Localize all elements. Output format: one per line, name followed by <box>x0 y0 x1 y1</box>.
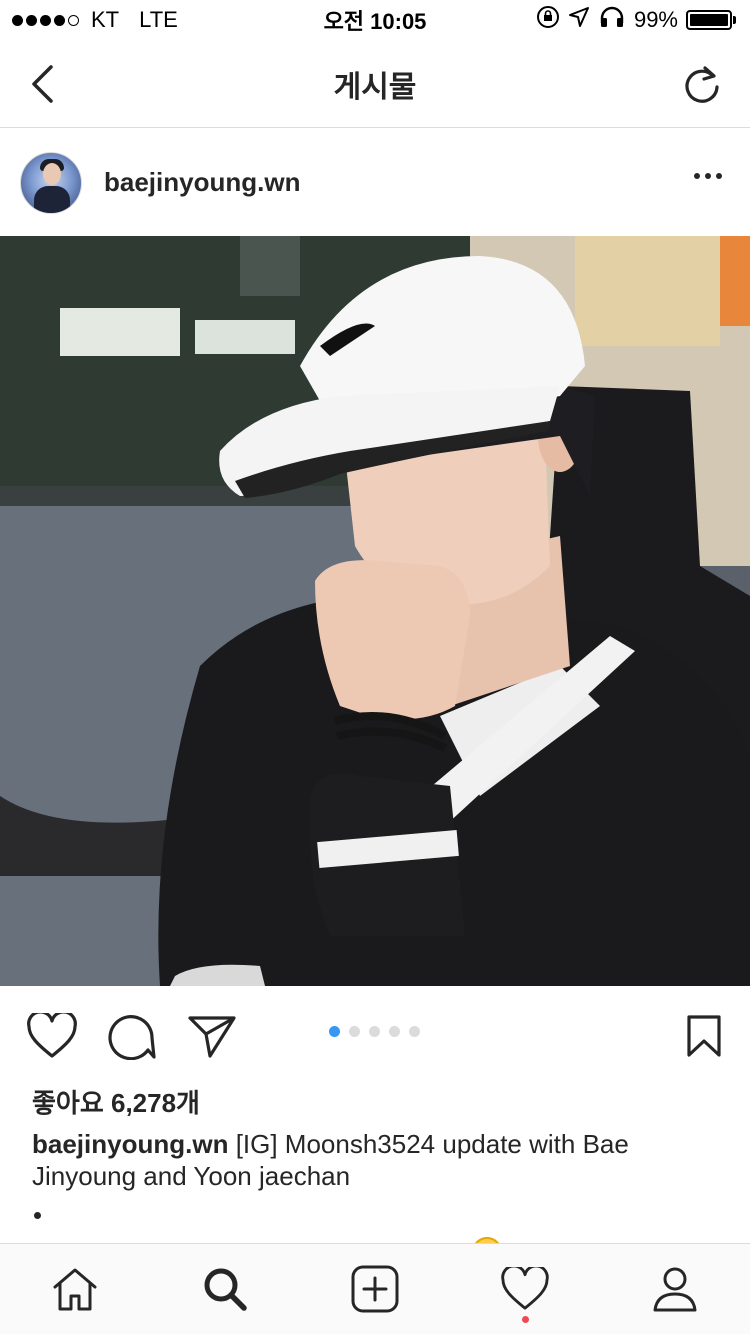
headphones-icon <box>598 5 626 35</box>
battery-percent: 99% <box>633 7 678 32</box>
post-header: baejinyoung.wn <box>0 129 750 236</box>
post-action-bar <box>0 986 750 1082</box>
activity-heart-icon[interactable] <box>485 1249 565 1329</box>
caption-more-bullet <box>34 1212 41 1219</box>
status-right: 99% <box>536 5 736 35</box>
caption-username[interactable]: baejinyoung.wn <box>32 1129 228 1159</box>
carousel-dot <box>369 1026 380 1037</box>
carousel-indicator <box>329 1026 420 1037</box>
rotation-lock-icon <box>536 5 560 35</box>
post-photo[interactable] <box>0 236 750 986</box>
status-left: KT LTE <box>12 7 178 33</box>
share-icon[interactable] <box>186 1010 238 1062</box>
carousel-dot <box>349 1026 360 1037</box>
avatar[interactable] <box>20 151 82 214</box>
page-title: 게시물 <box>333 70 417 104</box>
search-icon[interactable] <box>185 1249 265 1329</box>
home-icon[interactable] <box>35 1249 115 1329</box>
signal-dots-icon <box>12 14 79 26</box>
carousel-dot <box>329 1026 340 1037</box>
chevron-left-icon[interactable] <box>22 62 62 106</box>
nav-header: 게시물 <box>0 40 750 128</box>
network-label: LTE <box>139 7 178 32</box>
bottom-tab-bar <box>0 1243 750 1334</box>
carousel-dot <box>389 1026 400 1037</box>
location-arrow-icon <box>568 6 590 34</box>
instagram-post-screen: KT LTE 오전 10:05 99% 게시물 baejinyoung.wn 좋… <box>0 0 750 1334</box>
profile-icon[interactable] <box>635 1249 715 1329</box>
refresh-icon[interactable] <box>680 62 724 106</box>
carousel-dot <box>409 1026 420 1037</box>
comment-icon[interactable] <box>106 1010 158 1062</box>
post-caption: baejinyoung.wn [IG] Moonsh3524 update wi… <box>32 1128 722 1192</box>
post-username[interactable]: baejinyoung.wn <box>104 167 300 198</box>
battery-icon <box>686 10 736 30</box>
new-post-icon[interactable] <box>335 1249 415 1329</box>
carrier-label: KT <box>91 7 120 32</box>
more-dots-icon[interactable] <box>694 173 722 179</box>
heart-icon[interactable] <box>26 1010 78 1062</box>
status-bar: KT LTE 오전 10:05 99% <box>0 0 750 40</box>
likes-count[interactable]: 좋아요 6,278개 <box>32 1083 200 1120</box>
activity-notification-dot <box>522 1316 529 1323</box>
bookmark-icon[interactable] <box>684 1010 724 1062</box>
